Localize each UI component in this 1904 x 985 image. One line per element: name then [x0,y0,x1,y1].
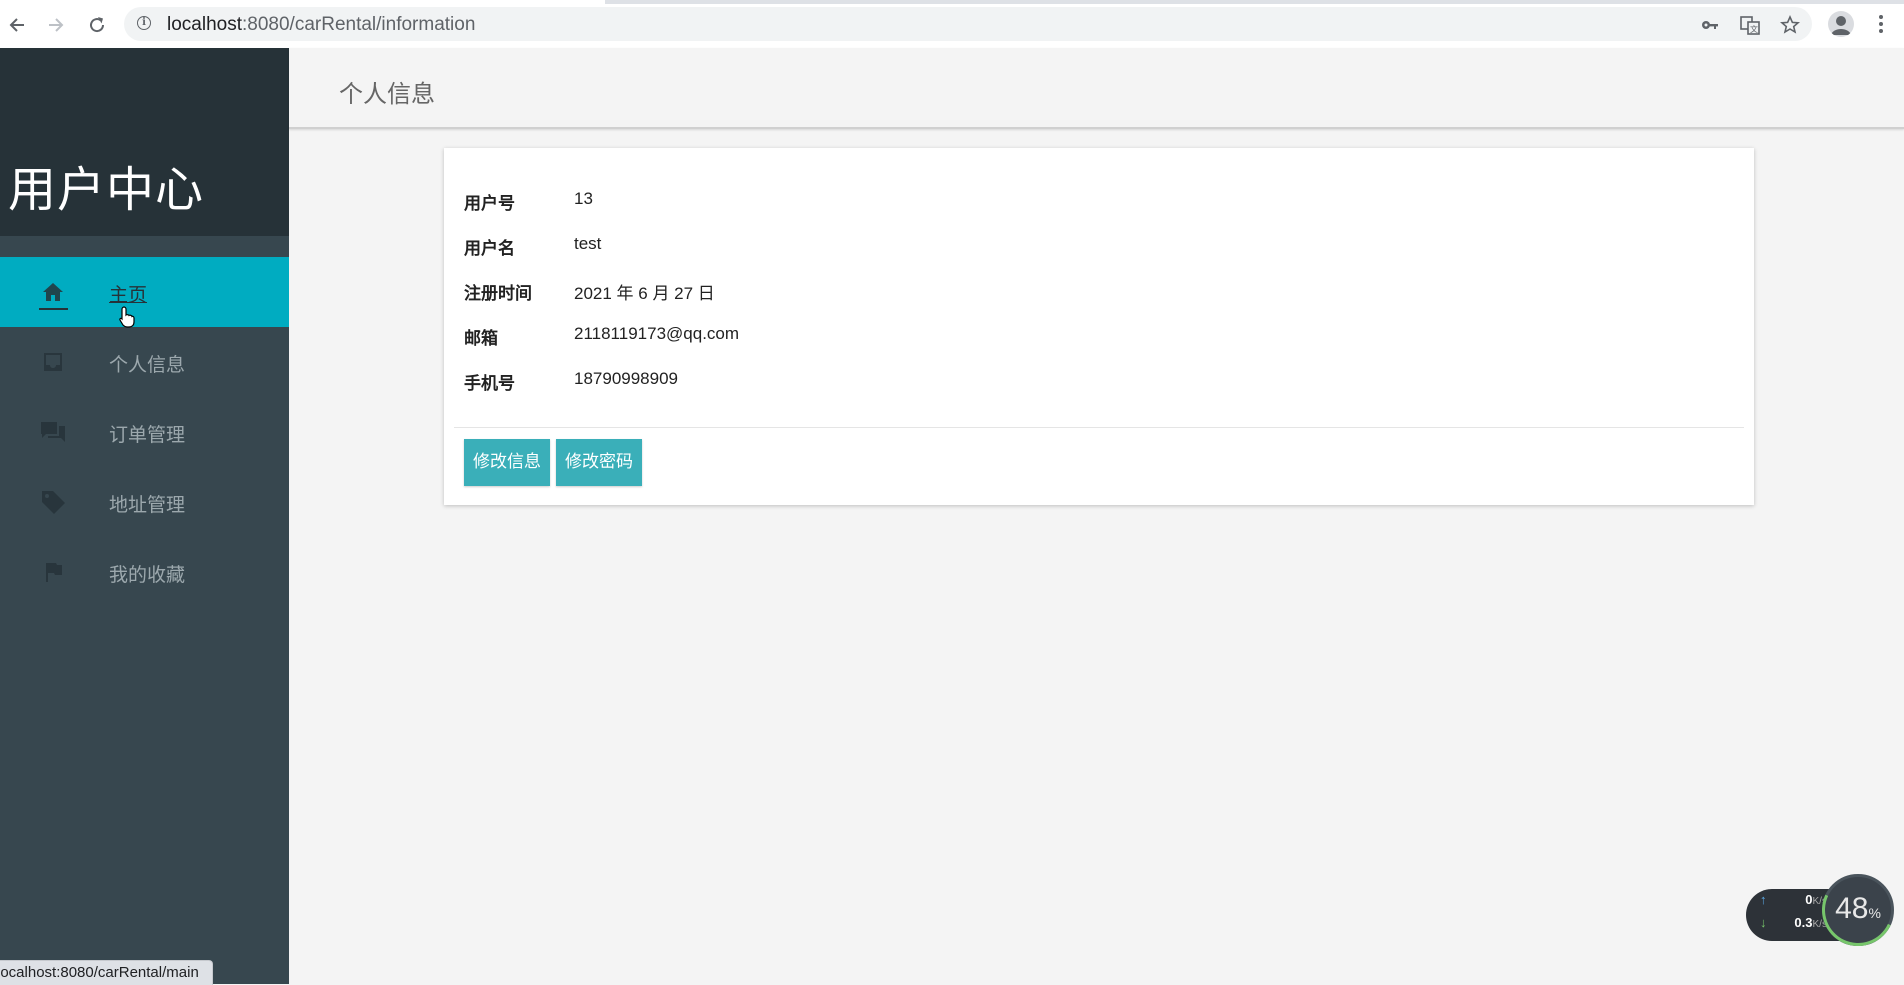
card-divider [454,427,1744,428]
profile-icon[interactable] [1828,11,1854,37]
sidebar-item-home[interactable]: 主页 [0,257,289,327]
change-password-button[interactable]: 修改密码 [556,439,642,486]
mouse-cursor-icon [119,306,135,332]
sidebar-item-label: 订单管理 [109,424,186,446]
field-label: 邮箱 [464,329,498,349]
browser-toolbar: i localhost:8080/carRental/information 文 [0,0,1904,49]
download-speed: ↓ 0.3K/s [1760,915,1827,930]
field-value: 2021 年 6 月 27 日 [574,284,715,303]
active-indicator [39,308,68,310]
field-label: 用户号 [464,194,515,214]
sidebar-item-label: 我的收藏 [109,564,186,586]
field-value: 18790998909 [574,369,679,388]
field-label: 手机号 [464,374,515,394]
field-label: 注册时间 [464,284,532,304]
network-speed-widget[interactable]: ↑ 0K/s ↓ 0.3K/s 48% [1746,863,1904,957]
inbox-icon [40,349,66,375]
profile-card: 用户号 13 用户名 test 注册时间 2021 年 6 月 27 日 邮箱 … [444,148,1754,505]
info-icon[interactable]: i [137,16,151,30]
star-icon[interactable] [1780,15,1800,35]
sidebar-item-label: 主页 [109,284,148,306]
url-text: localhost:8080/carRental/information [167,14,476,35]
memory-percent: 48% [1835,892,1881,925]
key-icon[interactable] [1700,15,1720,35]
page-title: 个人信息 [339,80,435,108]
home-icon [40,279,66,305]
menu-icon[interactable] [1874,12,1888,36]
flag-icon [40,559,66,585]
sidebar-title: 用户中心 [8,162,205,218]
status-bar-url: localhost:8080/carRental/main [0,960,213,985]
sidebar-header: 用户中心 [0,48,289,236]
sidebar-item-label: 个人信息 [109,354,186,376]
sidebar-item-personal-info[interactable]: 个人信息 [0,327,289,397]
sidebar-item-label: 地址管理 [109,494,186,516]
address-bar[interactable]: i localhost:8080/carRental/information 文 [124,7,1812,41]
page-header: 个人信息 [289,48,1904,129]
svg-text:文: 文 [1750,24,1758,34]
field-label: 用户名 [464,239,515,259]
back-icon[interactable] [4,12,30,38]
reload-icon[interactable] [84,12,110,38]
upload-speed: ↑ 0K/s [1760,892,1827,907]
sidebar-item-favorites[interactable]: 我的收藏 [0,537,289,607]
edit-info-button[interactable]: 修改信息 [464,439,550,486]
tab-strip [0,0,1904,4]
sidebar-item-address[interactable]: 地址管理 [0,467,289,537]
forward-icon[interactable] [43,12,69,38]
sidebar: 用户中心 主页 个人信息 订单管理 地址管理 我的收藏 [0,48,289,984]
translate-icon[interactable]: 文 [1740,15,1760,35]
field-value: 2118119173@qq.com [574,324,740,343]
chat-icon [40,419,66,445]
sidebar-item-orders[interactable]: 订单管理 [0,397,289,467]
field-value: test [574,234,602,253]
field-value: 13 [574,189,593,208]
tag-icon [40,489,66,515]
